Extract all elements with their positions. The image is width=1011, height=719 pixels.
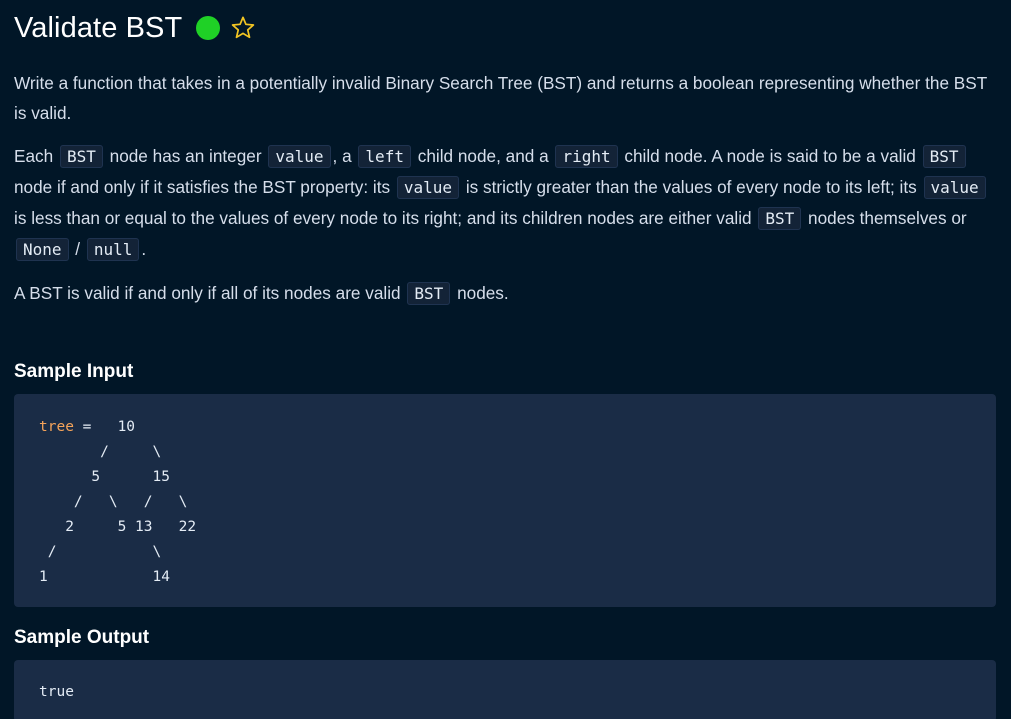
inline-code: value [923,176,986,199]
sample-input-heading: Sample Input [14,361,134,382]
text-segment: is less than or equal to the values of e… [14,208,757,228]
inline-code: null [86,238,140,261]
text-segment: is strictly greater than the values of e… [461,177,922,197]
problem-page: Validate BST Write a function that takes… [0,0,1011,719]
inline-code: BST [758,207,802,230]
text-segment: A BST is valid if and only if all of its… [14,283,406,303]
sample-output-code-block: true [14,660,996,719]
text-segment: Each [14,146,58,166]
sample-output-heading: Sample Output [14,627,150,648]
star-outline-icon[interactable] [230,15,256,41]
inline-code: None [16,238,69,261]
description-paragraph-1: Write a function that takes in a potenti… [14,73,987,123]
inline-code: left [358,145,411,168]
inline-code: value [268,145,331,168]
sample-input-code-block: tree = 10 / \ 5 15 / \ / \ 2 5 13 22 / \… [14,394,996,607]
text-segment: child node. A node is said to be a valid [619,146,921,166]
description-paragraph-2: Each BST node has an integer value, a le… [14,141,996,265]
text-segment: node if and only if it satisfies the BST… [14,177,395,197]
problem-description: Write a function that takes in a potenti… [14,68,996,309]
text-segment: node has an integer [104,146,267,166]
text-segment: / [70,239,85,259]
green-dot-icon [196,16,221,40]
assign-operator: = [73,419,118,435]
inline-code: value [396,176,460,199]
inline-code: BST [59,145,103,168]
inline-code: right [555,145,618,168]
variable-name: tree [39,419,74,435]
page-title: Validate BST [14,11,183,44]
inline-code: BST [922,145,966,168]
text-segment: , a [332,146,357,166]
sample-input-code: tree = 10 / \ 5 15 / \ / \ 2 5 13 22 / \… [39,415,996,590]
text-segment: . [141,239,147,259]
text-segment: nodes themselves or [803,208,967,228]
text-segment: nodes. [452,283,509,303]
inline-code: BST [407,282,451,305]
tree-diagram-text: 10 / \ 5 15 / \ / \ 2 5 13 22 / \ 1 14 [39,419,197,585]
sample-output-code: true [39,684,74,700]
title-row: Validate BST [14,0,996,54]
text-segment: child node, and a [412,146,554,166]
description-paragraph-3: A BST is valid if and only if all of its… [14,278,996,309]
